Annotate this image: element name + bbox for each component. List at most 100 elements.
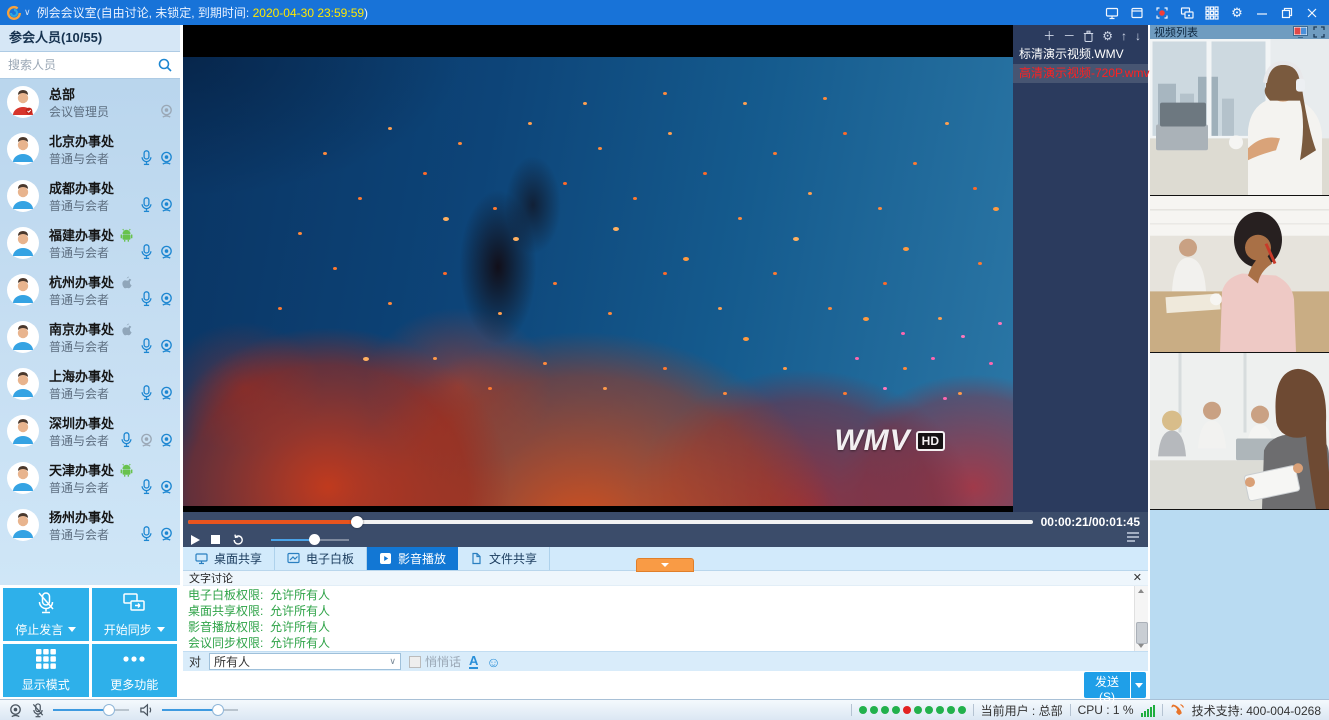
- display-mode-button[interactable]: 显示模式: [3, 644, 89, 697]
- gear-icon[interactable]: ⚙: [1102, 29, 1113, 43]
- participant-row[interactable]: 总部 会议管理员: [0, 78, 180, 125]
- add-icon[interactable]: ＋: [1043, 29, 1055, 43]
- speaker-icon[interactable]: [139, 703, 154, 717]
- mic-icon[interactable]: [119, 432, 134, 448]
- webcam-icon[interactable]: [159, 385, 174, 401]
- mic-icon[interactable]: [139, 479, 154, 495]
- avatar: [6, 179, 40, 213]
- participant-row[interactable]: 福建办事处 普通与会者: [0, 219, 180, 266]
- participant-row[interactable]: 上海办事处 普通与会者: [0, 360, 180, 407]
- slider-handle[interactable]: [103, 704, 115, 716]
- send-options-caret[interactable]: [1131, 672, 1146, 698]
- mic-icon[interactable]: [139, 291, 154, 307]
- webcam-icon[interactable]: [159, 432, 174, 448]
- seek-handle[interactable]: [351, 516, 363, 528]
- scroll-down-icon[interactable]: [1137, 642, 1145, 650]
- volume-handle[interactable]: [309, 534, 320, 545]
- mic-icon[interactable]: [139, 338, 154, 354]
- playlist-item-selected[interactable]: 高清演示视频-720P.wmv删除: [1013, 64, 1148, 83]
- seek-bar[interactable]: [188, 520, 1033, 524]
- tab-file-share[interactable]: 文件共享: [458, 547, 550, 570]
- close-icon[interactable]: [1305, 6, 1319, 20]
- font-style-button[interactable]: A: [469, 655, 478, 669]
- checkbox-icon[interactable]: [409, 656, 421, 668]
- webcam-icon[interactable]: [159, 150, 174, 166]
- search-icon[interactable]: [157, 57, 173, 73]
- play-icon[interactable]: [191, 535, 200, 545]
- app-window-icon[interactable]: [1130, 6, 1144, 20]
- monitor-icon[interactable]: [1105, 6, 1119, 20]
- move-down-icon[interactable]: ↓: [1135, 29, 1141, 43]
- webcam-thumbnail[interactable]: [1150, 196, 1329, 353]
- panel-collapse-handle[interactable]: [636, 558, 694, 572]
- webcam-icon[interactable]: [159, 526, 174, 542]
- tab-desktop-share[interactable]: 桌面共享: [183, 547, 275, 570]
- close-icon[interactable]: ✕: [1133, 573, 1142, 584]
- chat-messages: 电子白板权限: 允许所有人 桌面共享权限: 允许所有人 影音播放权限: 允许所有…: [183, 586, 1134, 652]
- mic-icon[interactable]: [139, 150, 154, 166]
- video-fish-detail: [183, 57, 189, 61]
- participant-row[interactable]: 扬州办事处 普通与会者: [0, 501, 180, 548]
- move-up-icon[interactable]: ↑: [1121, 29, 1127, 43]
- search-input[interactable]: [0, 52, 180, 78]
- webcam-icon[interactable]: [159, 338, 174, 354]
- mic-volume-slider[interactable]: [53, 703, 131, 717]
- trash-icon[interactable]: [1083, 30, 1094, 43]
- more-functions-button[interactable]: 更多功能: [92, 644, 178, 697]
- tab-whiteboard[interactable]: 电子白板: [275, 547, 367, 570]
- start-sync-button[interactable]: 开始同步: [92, 588, 178, 641]
- mic-icon[interactable]: [139, 244, 154, 260]
- speaker-volume-slider[interactable]: [162, 703, 240, 717]
- participant-row[interactable]: 天津办事处 普通与会者: [0, 454, 180, 501]
- playlist-item[interactable]: 标清演示视频.WMV: [1013, 45, 1148, 64]
- playlist-icon[interactable]: [1126, 531, 1140, 543]
- dropdown-caret-icon[interactable]: [68, 627, 76, 632]
- participant-row[interactable]: 南京办事处 普通与会者: [0, 313, 180, 360]
- stop-speaking-button[interactable]: 停止发言: [3, 588, 89, 641]
- minimize-icon[interactable]: [1255, 6, 1269, 20]
- whisper-checkbox[interactable]: 悄悄话: [409, 653, 461, 670]
- emoji-icon[interactable]: ☺: [486, 655, 500, 669]
- remove-icon[interactable]: －: [1063, 29, 1075, 43]
- support-phone-icon: [1170, 703, 1185, 718]
- mic-icon[interactable]: [139, 526, 154, 542]
- send-button[interactable]: 发送(S): [1084, 672, 1130, 698]
- participant-row[interactable]: 成都办事处 普通与会者: [0, 172, 180, 219]
- chat-message-input[interactable]: [183, 671, 1148, 701]
- webcam-icon[interactable]: [159, 197, 174, 213]
- restore-icon[interactable]: [1280, 6, 1294, 20]
- video-wall-icon[interactable]: [1293, 26, 1308, 38]
- participant-row[interactable]: 杭州办事处 普通与会者: [0, 266, 180, 313]
- tab-media-playback[interactable]: 影音播放: [367, 547, 458, 570]
- titlebar-menu-chevron-icon[interactable]: ∨: [24, 7, 31, 18]
- participant-row[interactable]: 深圳办事处 普通与会者: [0, 407, 180, 454]
- record-icon[interactable]: [1155, 6, 1169, 20]
- stop-icon[interactable]: [211, 535, 220, 544]
- webcam-off-icon[interactable]: [139, 432, 154, 448]
- replay-icon[interactable]: [231, 533, 244, 546]
- dropdown-caret-icon[interactable]: [157, 627, 165, 632]
- avatar: [6, 320, 40, 354]
- webcam-thumbnail[interactable]: [1150, 39, 1329, 196]
- webcam-icon[interactable]: [159, 244, 174, 260]
- mic-icon[interactable]: [139, 197, 154, 213]
- chat-message: 桌面共享权限: 允许所有人: [188, 603, 1134, 619]
- webcam-thumbnail[interactable]: [1150, 353, 1329, 510]
- mic-muted-icon[interactable]: [31, 703, 45, 718]
- grid-icon[interactable]: [1205, 6, 1219, 20]
- webcam-icon[interactable]: [8, 703, 23, 718]
- chat-scrollbar[interactable]: [1134, 586, 1148, 651]
- fullscreen-icon[interactable]: [1313, 26, 1325, 38]
- share-screens-icon[interactable]: [1180, 6, 1194, 20]
- webcam-icon[interactable]: [159, 479, 174, 495]
- recipient-select[interactable]: 所有人 ∨: [209, 653, 401, 670]
- scroll-up-icon[interactable]: [1137, 587, 1145, 595]
- scrollbar-thumb[interactable]: [1136, 622, 1148, 644]
- webcam-off-icon[interactable]: [159, 103, 174, 119]
- mic-icon[interactable]: [139, 385, 154, 401]
- slider-handle[interactable]: [212, 704, 224, 716]
- webcam-icon[interactable]: [159, 291, 174, 307]
- participant-row[interactable]: 北京办事处 普通与会者: [0, 125, 180, 172]
- volume-slider[interactable]: [271, 534, 349, 546]
- settings-gear-icon[interactable]: ⚙: [1230, 6, 1244, 20]
